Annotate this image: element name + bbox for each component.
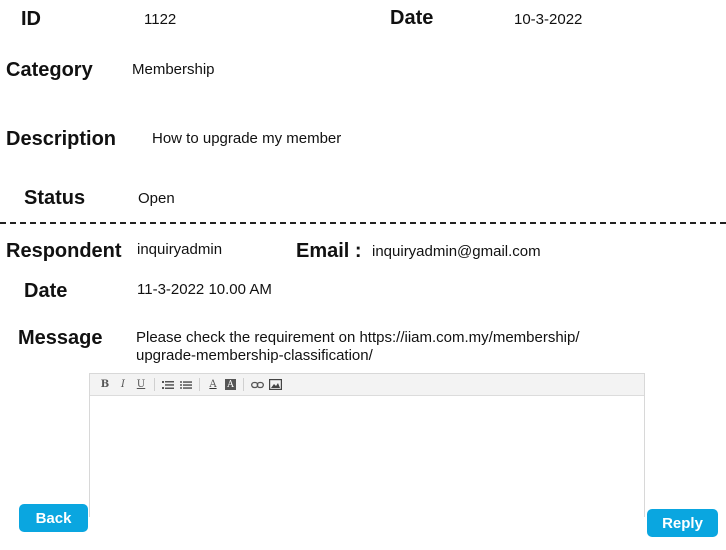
description-value: How to upgrade my member [152,130,342,147]
back-button[interactable]: Back [19,504,88,532]
background-color-button[interactable]: A [225,379,236,390]
respondent-label: Respondent [6,240,122,262]
id-value: 1122 [144,11,177,28]
font-color-button[interactable]: A [204,377,222,393]
reply-button[interactable]: Reply [647,509,718,537]
reply-textarea[interactable] [90,396,644,518]
response-date-value: 11-3-2022 10.00 AM [137,281,272,298]
bullet-list-icon[interactable] [177,377,195,393]
status-label: Status [24,187,86,209]
email-label: Email : [296,240,362,262]
toolbar-separator [154,378,155,391]
id-label: ID [21,8,41,30]
image-icon[interactable] [266,377,284,393]
underline-button[interactable]: U [132,377,150,393]
response-date-label: Date [24,280,68,302]
status-value: Open [138,190,175,207]
reply-editor: B I U A A [89,373,645,518]
date-label: Date [390,7,434,29]
respondent-value: inquiryadmin [137,241,223,258]
date-value: 10-3-2022 [514,11,583,28]
toolbar-separator [243,378,244,391]
toolbar-separator [199,378,200,391]
editor-toolbar: B I U A A [90,374,644,396]
message-line-1: Please check the requirement on https://… [136,329,580,346]
section-divider [0,222,726,224]
message-label: Message [18,327,103,349]
email-value: inquiryadmin@gmail.com [372,243,541,260]
link-icon[interactable] [248,377,266,393]
italic-button[interactable]: I [114,377,132,393]
category-value: Membership [132,61,215,78]
category-label: Category [6,59,93,81]
description-label: Description [6,128,117,150]
message-line-2: upgrade-membership-classification/ [136,347,373,364]
numbered-list-icon[interactable] [159,377,177,393]
bold-button[interactable]: B [96,377,114,393]
